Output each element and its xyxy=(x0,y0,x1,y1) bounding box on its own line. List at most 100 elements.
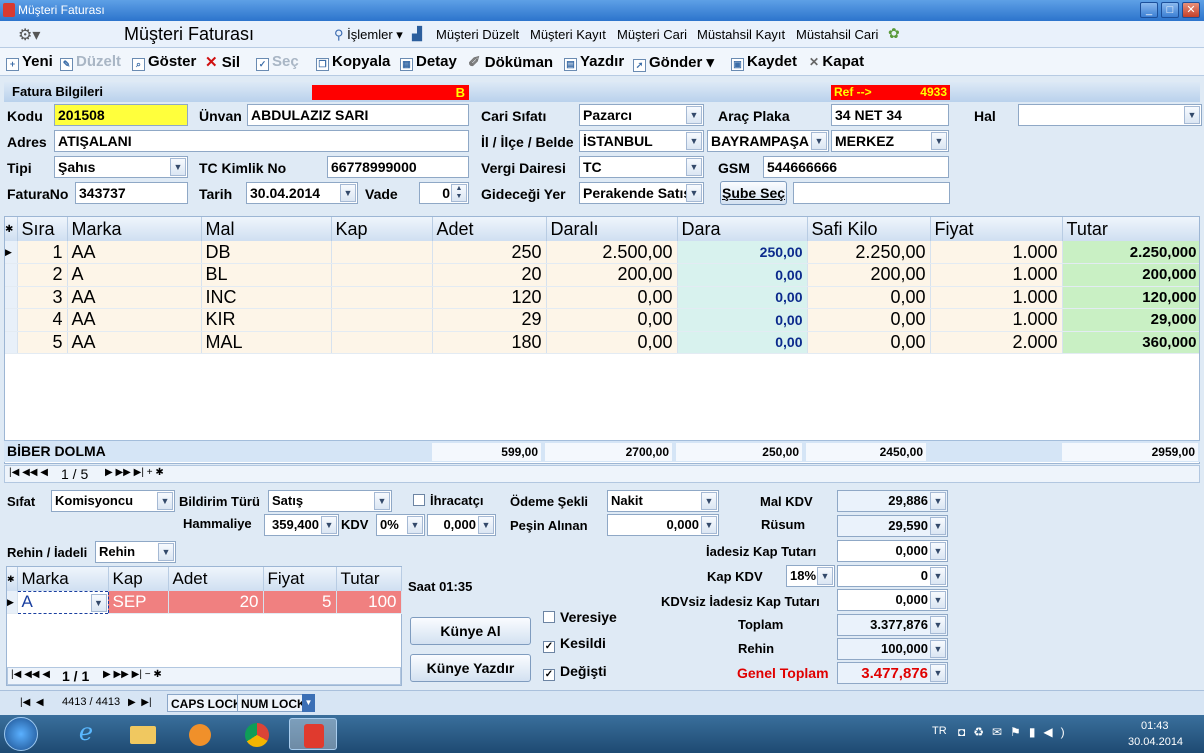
chevron-down-icon[interactable]: ▼ xyxy=(930,492,946,510)
kdv-value-select[interactable]: 0,000 ▼ xyxy=(427,514,496,536)
chevron-down-icon[interactable]: ▼ xyxy=(931,132,947,150)
file-explorer-icon[interactable] xyxy=(118,718,166,750)
close-form-button[interactable]: ✕ Kapat xyxy=(809,53,864,70)
internet-explorer-icon[interactable]: ℯ xyxy=(62,718,110,750)
copy-button[interactable]: ❐ Kopyala xyxy=(316,53,390,71)
rehin-total-field[interactable]: 100,000 ▼ xyxy=(837,638,948,660)
col-darali[interactable]: Daralı xyxy=(546,217,678,241)
row-selector[interactable] xyxy=(5,331,18,354)
app-taskbar-icon[interactable] xyxy=(289,718,337,750)
col-dara[interactable]: Dara xyxy=(677,217,808,241)
chevron-down-icon[interactable]: ▼ xyxy=(170,158,186,176)
send-button[interactable]: ➚ Gönder ▾ xyxy=(633,53,714,72)
rehin-col-fiyat[interactable]: Fiyat xyxy=(263,567,337,591)
select-button[interactable]: ✓ Seç xyxy=(256,53,299,71)
sifat-select[interactable]: Komisyoncu ▼ xyxy=(51,490,175,512)
rehin-nav-next-icon[interactable]: ▶ ▶▶ ▶| − ✱ xyxy=(103,669,162,680)
menu-mustahsil-kayit[interactable]: Müstahsil Kayıt xyxy=(697,27,785,42)
chevron-down-icon[interactable]: ▼ xyxy=(686,158,702,176)
menu-mustahsil-cari[interactable]: Müstahsil Cari xyxy=(796,27,878,42)
menu-islemler[interactable]: ⚲ İşlemler ▾ xyxy=(334,27,403,43)
chevron-down-icon[interactable]: ▼ xyxy=(90,593,107,612)
document-button[interactable]: ✐ Döküman xyxy=(468,53,553,71)
chevron-down-icon[interactable]: ▼ xyxy=(817,567,833,585)
rusum-field[interactable]: 29,590 ▼ xyxy=(837,515,948,537)
col-kap[interactable]: Kap xyxy=(331,217,433,241)
table-row[interactable]: ▶ 1 AA DB 250 2.500,00 250,00 2.250,00 1… xyxy=(5,241,1199,264)
chevron-down-icon[interactable]: ▼ xyxy=(701,492,717,510)
spin-icon[interactable]: ▲ ▼ xyxy=(451,184,467,202)
row-selector[interactable] xyxy=(5,263,18,287)
hal-select[interactable]: ▼ xyxy=(1018,104,1202,126)
kdv-pct-select[interactable]: 0% ▼ xyxy=(376,514,425,536)
kesildi-checkbox[interactable]: ✓ Kesildi xyxy=(543,635,606,653)
chevron-down-icon[interactable]: ▼ xyxy=(930,640,946,658)
kdvsiz-field[interactable]: 0,000 ▼ xyxy=(837,589,948,611)
record-nav-icon[interactable]: |◀ ◀ xyxy=(20,697,44,708)
adres-field[interactable]: ATIŞALANI xyxy=(54,130,469,152)
table-row[interactable]: 5 AA MAL 180 0,00 0,00 0,00 2.000 360,00… xyxy=(5,331,1199,354)
menu-musteri-kayit[interactable]: Müşteri Kayıt xyxy=(530,27,606,42)
show-button[interactable]: ⌕ Göster xyxy=(132,53,196,71)
faturano-field[interactable]: 343737 xyxy=(75,182,188,204)
row-selector[interactable]: ▶ xyxy=(5,241,18,264)
veresiye-checkbox[interactable]: Veresiye xyxy=(543,609,617,625)
col-mal[interactable]: Mal xyxy=(201,217,332,241)
hammaliye-select[interactable]: 359,400 ▼ xyxy=(264,514,339,536)
save-button[interactable]: ▣ Kaydet xyxy=(731,53,797,71)
arac-plaka-field[interactable]: 34 NET 34 xyxy=(831,104,949,126)
unvan-field[interactable]: ABDULAZIZ SARI xyxy=(247,104,469,126)
il-select[interactable]: İSTANBUL ▼ xyxy=(579,130,704,152)
col-marka[interactable]: Marka xyxy=(67,217,202,241)
iadesiz-field[interactable]: 0,000 ▼ xyxy=(837,540,948,562)
rehin-nav-first-icon[interactable]: |◀ ◀◀ ◀ xyxy=(11,669,50,680)
edit-button[interactable]: ✎ Düzelt xyxy=(60,53,121,71)
rehin-col-tutar[interactable]: Tutar xyxy=(336,567,402,591)
gear-icon[interactable]: ⚙▾ xyxy=(18,25,40,45)
tc-field[interactable]: 66778999000 xyxy=(327,156,469,178)
rehin-col-marka[interactable]: Marka xyxy=(17,567,109,591)
kunye-al-button[interactable]: Künye Al xyxy=(410,617,531,645)
chevron-down-icon[interactable]: ▼ xyxy=(1184,106,1200,124)
delete-button[interactable]: ✕ Sil xyxy=(205,53,240,71)
minimize-button[interactable]: _ xyxy=(1140,2,1158,18)
kunye-yazdir-button[interactable]: Künye Yazdır xyxy=(410,654,531,682)
settings-icon[interactable]: ✿ xyxy=(888,25,900,42)
nav-first-icon[interactable]: |◀ ◀◀ ◀ xyxy=(9,467,48,478)
chevron-down-icon[interactable]: ▼ xyxy=(930,517,946,535)
chevron-down-icon[interactable]: ▼ xyxy=(930,542,946,560)
detail-button[interactable]: ▦ Detay xyxy=(400,53,457,71)
chevron-down-icon[interactable]: ▼ xyxy=(930,616,946,634)
rehin-table-row[interactable]: ▶ A ▼ SEP 20 5 100 xyxy=(7,590,402,614)
rehin-cell-marka[interactable]: A ▼ xyxy=(16,590,109,614)
chevron-down-icon[interactable]: ▼ xyxy=(701,516,717,534)
col-tutar[interactable]: Tutar xyxy=(1062,217,1199,241)
menu-musteri-cari[interactable]: Müşteri Cari xyxy=(617,27,687,42)
col-safi-kilo[interactable]: Safi Kilo xyxy=(807,217,931,241)
chevron-down-icon[interactable]: ▼ xyxy=(340,184,356,202)
col-fiyat[interactable]: Fiyat xyxy=(930,217,1063,241)
new-button[interactable]: + Yeni xyxy=(6,53,53,71)
chevron-down-icon[interactable]: ▼ xyxy=(811,132,827,150)
chevron-down-icon[interactable]: ▼ xyxy=(686,106,702,124)
cari-sifati-select[interactable]: Pazarcı ▼ xyxy=(579,104,704,126)
chevron-down-icon[interactable]: ▼ xyxy=(930,664,946,682)
col-adet[interactable]: Adet xyxy=(432,217,547,241)
print-button[interactable]: ▤ Yazdır xyxy=(564,53,624,71)
vergi-select[interactable]: TC ▼ xyxy=(579,156,704,178)
chevron-down-icon[interactable]: ▼ xyxy=(374,492,390,510)
gsm-field[interactable]: 544666666 xyxy=(763,156,949,178)
start-button[interactable] xyxy=(4,717,38,751)
tarih-field[interactable]: 30.04.2014 ▼ xyxy=(246,182,358,204)
media-player-icon[interactable] xyxy=(175,718,223,750)
kodu-field[interactable]: 201508 xyxy=(54,104,188,126)
tray-icons[interactable]: ◘♻✉⚑▮◀) xyxy=(958,725,1073,739)
toplam-field[interactable]: 3.377,876 ▼ xyxy=(837,614,948,636)
rehin-col-adet[interactable]: Adet xyxy=(168,567,264,591)
pesin-field[interactable]: 0,000 ▼ xyxy=(607,514,719,536)
degisti-checkbox[interactable]: ✓ Değişti xyxy=(543,663,607,681)
record-next-icon[interactable]: ▶ ▶| xyxy=(128,697,152,708)
odeme-select[interactable]: Nakit ▼ xyxy=(607,490,719,512)
chrome-icon[interactable] xyxy=(233,718,281,750)
sube-sec-button[interactable]: Şube Seç xyxy=(720,181,787,205)
